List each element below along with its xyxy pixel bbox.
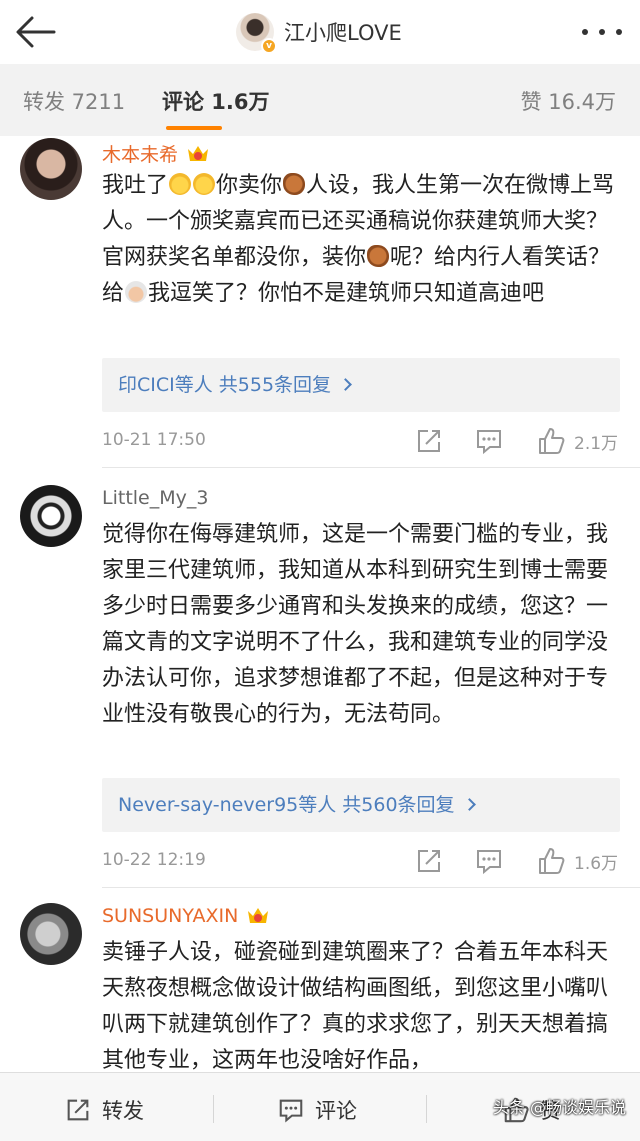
repost-icon [67,1099,89,1121]
divider [102,467,640,468]
crying-emoji-icon [169,173,192,195]
replies-link[interactable]: Never-say-never95等人 共560条回复 [102,778,620,832]
like-count: 1.6万 [574,853,619,874]
like-button[interactable]: 1.6万 [536,846,622,876]
avatar[interactable] [20,903,82,965]
comment-icon[interactable] [474,426,504,456]
vip-crown-icon [246,905,270,927]
repost-button[interactable]: 转发 [64,1095,144,1125]
vip-crown-icon [186,143,210,165]
thumbs-up-icon [539,428,565,454]
comment-text: 我吐了 你卖你 人设，我人生第一次在微博上骂人。一个颁奖嘉宾而已还买通稿说你获建筑师… [102,173,615,306]
chevron-right-icon [462,798,476,811]
repost-icon[interactable] [414,426,444,456]
active-tab-indicator [166,126,222,130]
verified-badge-icon: v [261,38,277,54]
comment-meta: 10-22 12:19 1.6万 [102,846,622,876]
tab-bar: 转发 7211 评论 1.6万 赞 16.4万 [0,64,640,136]
avatar[interactable] [20,138,82,200]
tab-repost[interactable]: 转发 7211 [23,86,125,116]
thumbs-up-icon [539,848,565,874]
page-title: 江小爬LOVE [284,21,402,45]
horse-emoji-icon [367,245,390,267]
divider [426,1095,427,1123]
repost-icon[interactable] [414,846,444,876]
comment-username[interactable]: SUNSUNYAXIN [102,905,270,927]
tab-like[interactable]: 赞 16.4万 [521,86,616,116]
divider [213,1095,214,1123]
back-arrow-icon[interactable] [14,14,58,50]
comment-icon[interactable] [474,846,504,876]
old-man-emoji-icon [125,281,148,303]
divider [102,887,640,888]
more-dots-icon[interactable] [582,20,622,44]
chevron-right-icon [339,378,352,391]
avatar[interactable] [20,485,82,547]
comment-text: 觉得你在侮辱建筑师，这是一个需要门槛的专业，我家里三代建筑师，我知道从本科到研究… [102,522,609,727]
comment-text: 卖锤子人设，碰瓷碰到建筑圈来了？合着五年本科天天熬夜想概念做设计做结构画图纸，到… [102,940,609,1073]
crying-emoji-icon [193,173,216,195]
tab-comment[interactable]: 评论 1.6万 [162,86,270,116]
replies-link[interactable]: 印CICI等人 共555条回复 [102,358,620,412]
profile-header[interactable]: v 江小爬LOVE [236,10,402,54]
comment-button[interactable]: 评论 [277,1095,357,1125]
like-button[interactable]: 2.1万 [536,426,622,456]
comment-time: 10-22 12:19 [102,850,206,870]
horse-emoji-icon [283,173,306,195]
avatar[interactable]: v [236,13,277,54]
comment-username[interactable]: 木本未希 [102,140,210,167]
top-navigation-bar: v 江小爬LOVE [0,0,640,64]
comment-meta: 10-21 17:50 2.1万 [102,426,622,456]
comment-time: 10-21 17:50 [102,430,206,450]
comment-username[interactable]: Little_My_3 [102,487,208,509]
like-count: 2.1万 [574,433,619,454]
watermark: 头条 @畅谈娱乐说 [492,1098,626,1117]
comment-icon [279,1099,303,1123]
